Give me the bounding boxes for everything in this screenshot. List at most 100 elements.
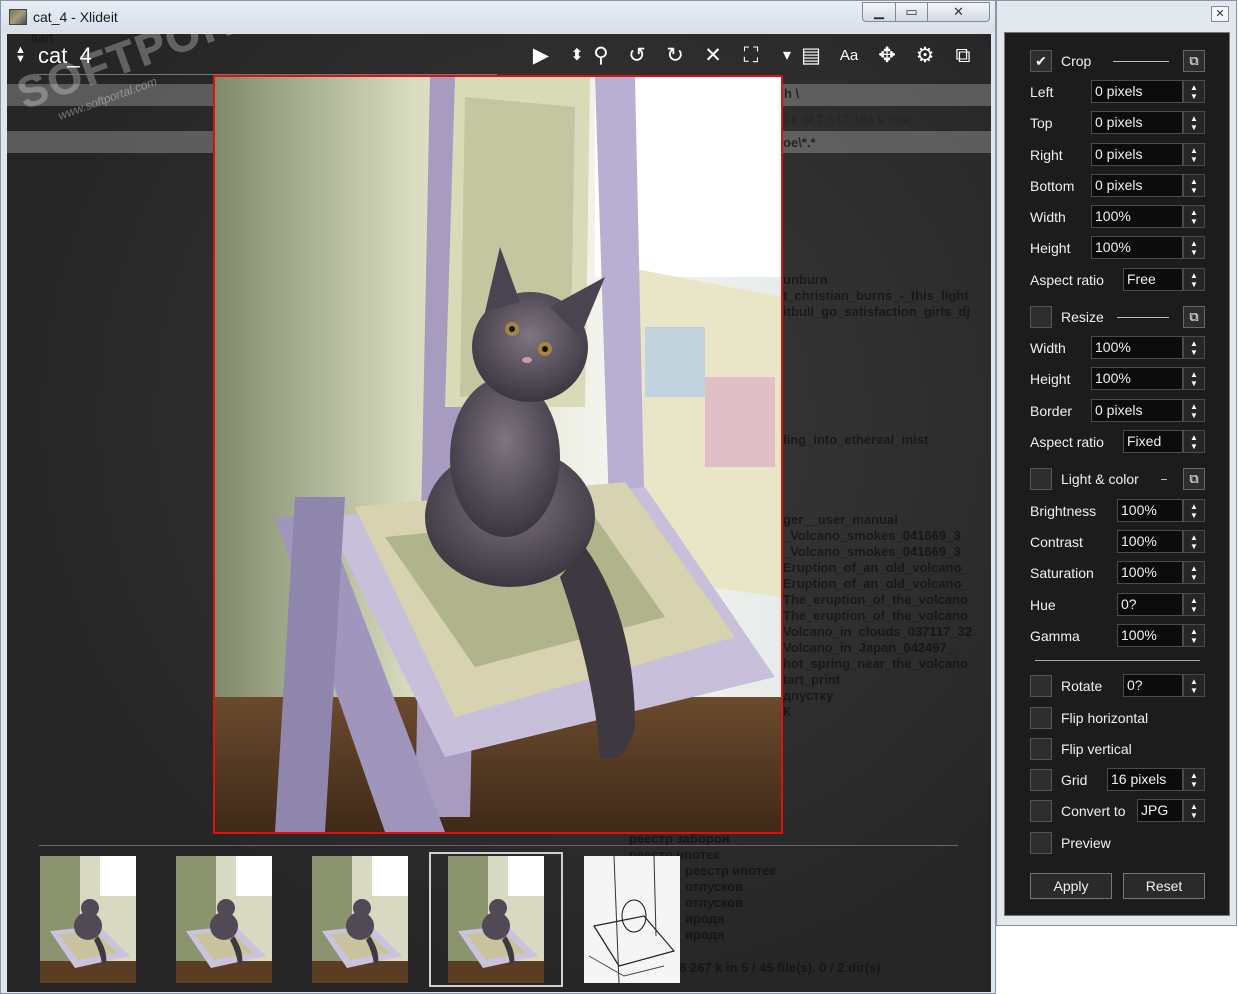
zoom-icon[interactable]: ⚲ [587, 42, 615, 70]
crop-bottom-label: Bottom [1030, 178, 1075, 194]
settings-gear-icon[interactable]: ⚙ [911, 42, 939, 70]
crop-right-spinner[interactable]: ▲ ▼ [1183, 143, 1205, 166]
ghost-file-item: дпустку [783, 688, 834, 703]
saturation-spinner[interactable]: ▲ ▼ [1183, 561, 1205, 584]
maximize-button[interactable]: ▭ [895, 2, 928, 22]
section-line [1117, 317, 1169, 318]
ghost-free-space: 6 k of 7 542 164 k free [781, 112, 911, 127]
crop-top-spinner[interactable]: ▲ ▼ [1183, 111, 1205, 134]
minimize-button[interactable]: ▁ [862, 2, 896, 22]
crop-aspect-select[interactable]: Free [1123, 268, 1183, 291]
ghost-file-item: tart_print [783, 672, 841, 687]
resize-height-spinner[interactable]: ▲ ▼ [1183, 367, 1205, 390]
rotate-input[interactable]: 0? [1123, 674, 1183, 697]
resize-height-input[interactable]: 100% [1091, 367, 1183, 390]
resize-width-label: Width [1030, 340, 1066, 356]
document-icon[interactable]: ▤ [797, 42, 825, 70]
close-button[interactable]: ✕ [927, 2, 990, 22]
hue-spinner[interactable]: ▲ ▼ [1183, 593, 1205, 616]
thumbnail[interactable] [312, 856, 408, 983]
close-image-icon[interactable]: ✕ [699, 42, 727, 70]
ghost-file-item: реестр ипотек [685, 863, 776, 878]
rotate-right-icon[interactable]: ↻ [661, 42, 689, 70]
crop-width-spinner[interactable]: ▲ ▼ [1183, 205, 1205, 228]
crop-icon[interactable]: ⛶ [737, 42, 765, 70]
crop-top-input[interactable]: 0 pixels [1091, 111, 1183, 134]
play-icon[interactable]: ▶ [527, 42, 555, 70]
ghost-file-item: The_eruption_of_the_volcano [783, 608, 968, 623]
thumbnail[interactable] [448, 856, 544, 983]
convert-checkbox[interactable] [1030, 800, 1052, 822]
thumbnail[interactable] [584, 856, 680, 983]
ghost-filter: oe\*.* [783, 135, 816, 150]
resize-expand-button[interactable]: ⧉ [1183, 306, 1205, 328]
main-window: cat_4 - Xlideit ▁ ▭ ✕ aart h \ 6 k of 7 … [0, 0, 996, 994]
resize-width-input[interactable]: 100% [1091, 336, 1183, 359]
flip-horizontal-checkbox[interactable] [1030, 707, 1052, 729]
resize-width-spinner[interactable]: ▲ ▼ [1183, 336, 1205, 359]
rotate-checkbox[interactable] [1030, 675, 1052, 697]
panel-close-button[interactable]: ✕ [1211, 6, 1229, 22]
resize-border-spinner[interactable]: ▲ ▼ [1183, 399, 1205, 422]
apply-button[interactable]: Apply [1030, 873, 1112, 899]
reset-button[interactable]: Reset [1123, 873, 1205, 899]
crop-width-input[interactable]: 100% [1091, 205, 1183, 228]
main-image[interactable] [213, 75, 783, 834]
fit-icon[interactable]: ✥ [873, 42, 901, 70]
edit-panel-window: ✕ ✔ Crop ⧉ Left 0 pixels ▲ ▼ Top 0 pixels… [996, 0, 1237, 926]
gamma-spinner[interactable]: ▲ ▼ [1183, 624, 1205, 647]
image-name: cat_4 [38, 43, 92, 68]
gamma-input[interactable]: 100% [1117, 624, 1183, 647]
light-expand-button[interactable]: ⧉ [1183, 468, 1205, 490]
crop-section-header: ✔ Crop ⧉ [1005, 49, 1231, 73]
close-icon: ✕ [1215, 8, 1225, 20]
ghost-file-item: Eruption_of_an_old_volcano_ [783, 560, 969, 575]
light-checkbox[interactable] [1030, 468, 1052, 490]
convert-spinner[interactable]: ▲ ▼ [1183, 799, 1205, 822]
crop-height-spinner[interactable]: ▲ ▼ [1183, 236, 1205, 259]
section-line [1113, 61, 1169, 62]
resize-aspect-select[interactable]: Fixed [1123, 430, 1183, 453]
nav-arrows-icon[interactable]: ▲ ▼ [15, 45, 26, 65]
crop-aspect-spinner[interactable]: ▲ ▼ [1183, 268, 1205, 291]
convert-format-select[interactable]: JPG [1137, 799, 1183, 822]
rotate-spinner[interactable]: ▲ ▼ [1183, 674, 1205, 697]
crop-left-spinner[interactable]: ▲ ▼ [1183, 80, 1205, 103]
crop-aspect-label: Aspect ratio [1030, 272, 1104, 288]
external-icon[interactable]: ⧉ [949, 42, 977, 70]
ghost-file-item: _Volcano_smokes_041669_3 [783, 544, 961, 559]
ghost-file-item: Volcano_in_clouds_037117_32 [783, 624, 973, 639]
resize-checkbox[interactable] [1030, 306, 1052, 328]
app-icon [9, 9, 27, 25]
grid-checkbox[interactable] [1030, 769, 1052, 791]
preview-checkbox[interactable] [1030, 832, 1052, 854]
grid-spinner[interactable]: ▲ ▼ [1183, 768, 1205, 791]
grid-input[interactable]: 16 pixels [1107, 768, 1183, 791]
crop-height-input[interactable]: 100% [1091, 236, 1183, 259]
thumbnail[interactable] [40, 856, 136, 983]
crop-expand-button[interactable]: ⧉ [1183, 50, 1205, 72]
thumbnail[interactable] [176, 856, 272, 983]
crop-bottom-input[interactable]: 0 pixels [1091, 174, 1183, 197]
rotate-left-icon[interactable]: ↺ [623, 42, 651, 70]
crop-left-input[interactable]: 0 pixels [1091, 80, 1183, 103]
brightness-input[interactable]: 100% [1117, 499, 1183, 522]
flip-vertical-checkbox[interactable] [1030, 738, 1052, 760]
hue-input[interactable]: 0? [1117, 593, 1183, 616]
ghost-file-item: отпусков [685, 879, 744, 894]
section-line [1161, 479, 1167, 480]
saturation-row: Saturation 100% ▲ ▼ [1005, 561, 1231, 585]
resize-border-input[interactable]: 0 pixels [1091, 399, 1183, 422]
contrast-input[interactable]: 100% [1117, 530, 1183, 553]
light-section-header: Light & color ⧉ [1005, 467, 1231, 491]
saturation-input[interactable]: 100% [1117, 561, 1183, 584]
brightness-spinner[interactable]: ▲ ▼ [1183, 499, 1205, 522]
crop-checkbox[interactable]: ✔ [1030, 50, 1052, 72]
contrast-spinner[interactable]: ▲ ▼ [1183, 530, 1205, 553]
resize-aspect-spinner[interactable]: ▲ ▼ [1183, 430, 1205, 453]
text-size-icon[interactable]: Aa [835, 42, 863, 70]
resize-height-label: Height [1030, 371, 1071, 387]
crop-right-input[interactable]: 0 pixels [1091, 143, 1183, 166]
resize-border-row: Border 0 pixels ▲ ▼ [1005, 399, 1231, 423]
crop-bottom-spinner[interactable]: ▲ ▼ [1183, 174, 1205, 197]
